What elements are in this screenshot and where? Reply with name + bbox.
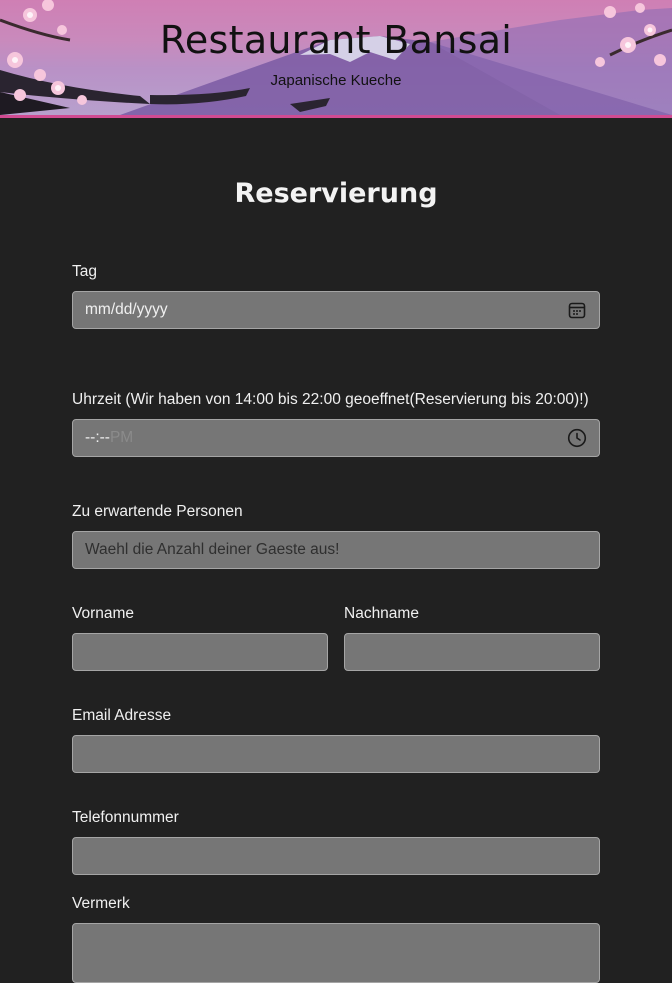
date-input-value: mm/dd/yyyy bbox=[85, 301, 168, 318]
time-ampm: PM bbox=[109, 429, 134, 446]
persons-placeholder: Waehl die Anzahl deiner Gaeste aus! bbox=[85, 541, 340, 558]
note-textarea[interactable] bbox=[72, 923, 600, 983]
lastname-input[interactable] bbox=[344, 633, 600, 671]
date-input[interactable]: mm/dd/yyyy bbox=[72, 291, 600, 329]
phone-label: Telefonnummer bbox=[72, 809, 179, 826]
email-label: Email Adresse bbox=[72, 707, 172, 724]
restaurant-subtitle: Japanische Kueche bbox=[270, 72, 402, 89]
persons-select[interactable]: Waehl die Anzahl deiner Gaeste aus! bbox=[72, 531, 600, 569]
time-input[interactable]: --:--PM bbox=[72, 419, 600, 457]
persons-label: Zu erwartende Personen bbox=[72, 503, 243, 520]
note-label: Vermerk bbox=[72, 895, 130, 912]
clock-icon[interactable] bbox=[567, 428, 587, 448]
calendar-icon[interactable] bbox=[567, 300, 587, 320]
lastname-label: Nachname bbox=[344, 605, 419, 622]
firstname-label: Vorname bbox=[72, 605, 135, 622]
date-label: Tag bbox=[72, 263, 97, 280]
firstname-input[interactable] bbox=[72, 633, 328, 671]
time-label: Uhrzeit (Wir haben von 14:00 bis 22:00 g… bbox=[72, 391, 589, 408]
email-input[interactable] bbox=[72, 735, 600, 773]
page-title: Reservierung bbox=[234, 178, 438, 209]
restaurant-title: Restaurant Bansai bbox=[159, 18, 513, 62]
time-input-value: --:-- bbox=[85, 429, 110, 446]
phone-input[interactable] bbox=[72, 837, 600, 875]
header-banner: Restaurant Bansai Japanische Kueche bbox=[0, 0, 672, 118]
